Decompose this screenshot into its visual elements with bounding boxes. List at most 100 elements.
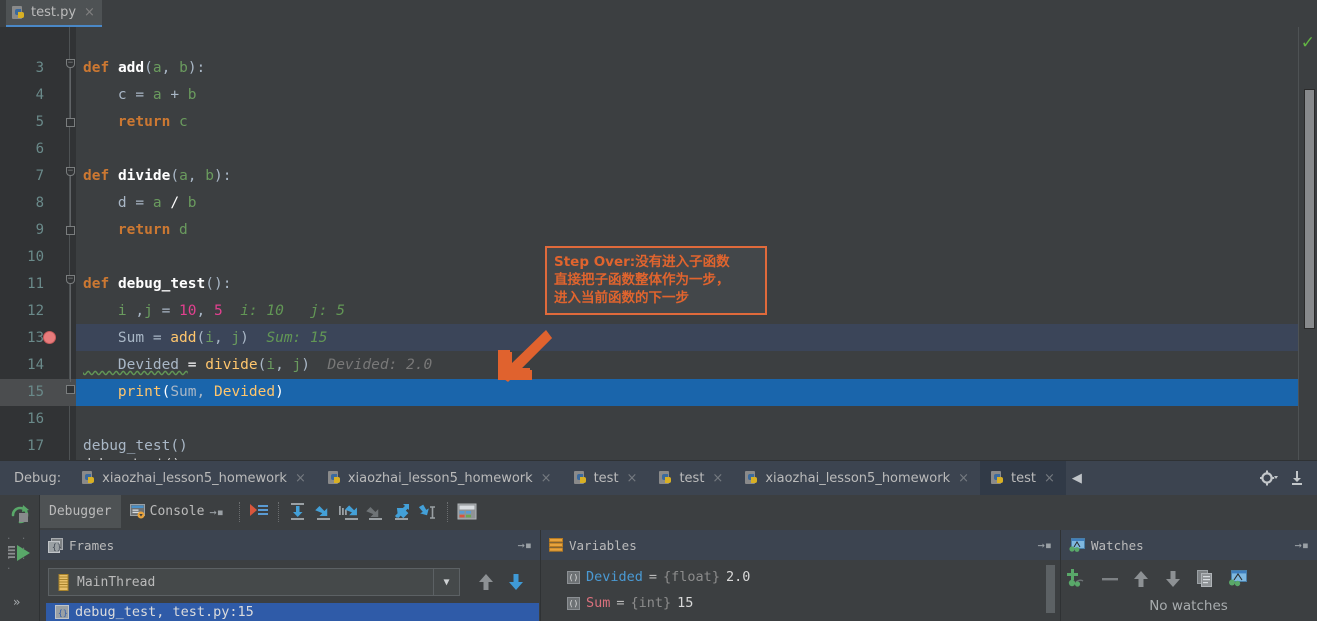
variable-row-devided[interactable]: () Devided = {float} 2.0: [567, 569, 750, 585]
variable-icon: (): [567, 596, 580, 610]
debug-session-tab-5[interactable]: test ×: [980, 460, 1066, 496]
arrow-up-icon[interactable]: [478, 573, 494, 591]
gear-icon[interactable]: [1260, 470, 1278, 486]
move-watch-up-icon[interactable]: [1133, 570, 1149, 588]
debug-session-tab-2[interactable]: test ×: [563, 461, 649, 496]
watches-panel-header: Watches →▪: [1061, 530, 1317, 560]
fold-marker-collapse[interactable]: −: [66, 59, 75, 68]
step-over-icon[interactable]: [285, 499, 311, 525]
thread-selector[interactable]: MainThread ▼: [48, 568, 460, 596]
variables-scrollbar-thumb[interactable]: [1046, 565, 1055, 613]
debug-session-tab-label: test: [679, 470, 705, 486]
debug-session-tab-3[interactable]: test ×: [648, 461, 734, 496]
frames-panel-header: {} Frames →▪: [40, 530, 540, 560]
step-into-icon[interactable]: [311, 499, 337, 525]
move-watch-down-icon[interactable]: [1165, 570, 1181, 588]
variable-name: Devided: [586, 569, 643, 585]
variables-panel-title: Variables: [569, 537, 637, 553]
debug-session-tab-1[interactable]: xiaozhai_lesson5_homework ×: [317, 461, 563, 496]
toolbar-separator: [238, 501, 240, 522]
debug-session-tab-label: xiaozhai_lesson5_homework: [102, 470, 287, 486]
inspection-ok-icon[interactable]: ✓: [1301, 33, 1315, 53]
close-icon[interactable]: ×: [541, 471, 552, 486]
line-number: 7: [35, 168, 44, 184]
close-icon[interactable]: ×: [84, 5, 95, 20]
close-icon[interactable]: ×: [712, 471, 723, 486]
tab-debugger[interactable]: Debugger: [40, 495, 121, 528]
line-number: 15: [27, 384, 44, 400]
drop-frame-icon[interactable]: [415, 499, 441, 525]
fold-marker-collapse[interactable]: −: [66, 167, 75, 176]
run-to-cursor-icon[interactable]: [389, 499, 415, 525]
debug-session-tab-0[interactable]: xiaozhai_lesson5_homework ×: [71, 461, 317, 496]
force-step-into-icon[interactable]: [337, 499, 363, 525]
line-number: 11: [27, 276, 44, 292]
breakpoint-marker[interactable]: [43, 331, 56, 344]
frame-list-item-label: debug_test, test.py:15: [75, 604, 254, 620]
code-line-4: c = a + b: [83, 87, 197, 103]
python-file-icon: [991, 471, 1005, 485]
debug-session-tab-label: xiaozhai_lesson5_homework: [347, 470, 533, 486]
thread-selector-value: MainThread: [77, 574, 156, 590]
annotation-arrow-icon: [498, 330, 552, 382]
variable-value: 15: [677, 595, 694, 611]
debugger-left-rail: . . . . . . . »: [0, 495, 40, 621]
show-execution-point-icon[interactable]: [246, 499, 272, 525]
resume-program-icon[interactable]: [8, 543, 32, 563]
pin-icon[interactable]: →▪: [209, 505, 223, 519]
watches-icon: [1069, 538, 1085, 552]
close-icon[interactable]: ×: [295, 471, 306, 486]
fold-marker-end[interactable]: [66, 385, 75, 394]
line-number: 14: [27, 357, 44, 373]
inspection-gutter[interactable]: ✓: [1298, 27, 1317, 460]
add-watch-icon[interactable]: [1066, 568, 1086, 588]
copy-watch-icon[interactable]: [1197, 570, 1215, 588]
tab-console[interactable]: Console →▪: [121, 495, 233, 528]
editor-tab-test-py[interactable]: test.py ×: [6, 0, 102, 27]
pin-icon[interactable]: →▪: [1038, 538, 1052, 552]
rerun-icon[interactable]: [9, 503, 31, 525]
frames-icon: {}: [48, 537, 63, 553]
python-file-icon: [12, 5, 26, 20]
hide-window-icon[interactable]: [1290, 470, 1304, 486]
line-number: 5: [35, 114, 44, 130]
expand-rail-icon[interactable]: »: [13, 595, 20, 609]
fold-marker-end[interactable]: [66, 118, 75, 127]
remove-watch-icon[interactable]: [1101, 570, 1119, 588]
debug-session-tab-4[interactable]: xiaozhai_lesson5_homework ×: [734, 461, 980, 496]
code-editor[interactable]: 3 4 5 6 7 8 9 10 11 12 13 14 15 16 17 − …: [0, 27, 1317, 460]
evaluate-expression-icon[interactable]: [454, 499, 480, 525]
svg-text:{}: {}: [52, 542, 62, 551]
scroll-tabs-left-icon[interactable]: ◀: [1066, 471, 1088, 486]
svg-text:{}: {}: [58, 609, 68, 618]
pin-icon[interactable]: →▪: [518, 538, 532, 552]
close-icon[interactable]: ×: [958, 471, 969, 486]
variable-row-sum[interactable]: () Sum = {int} 15: [567, 595, 693, 611]
editor-scrollbar-thumb[interactable]: [1304, 89, 1315, 329]
close-icon[interactable]: ×: [1044, 471, 1055, 486]
variable-type: {int}: [630, 595, 672, 611]
variable-value: 2.0: [725, 569, 751, 585]
thread-icon: [58, 573, 69, 591]
pycharm-debug-window: test.py × 3 4 5 6 7 8 9 10 11 12 13 14 1…: [0, 0, 1317, 621]
arrow-down-icon[interactable]: [508, 573, 524, 591]
step-out-icon[interactable]: [363, 499, 389, 525]
line-number: 8: [35, 195, 44, 211]
fold-marker-collapse[interactable]: −: [66, 275, 75, 284]
debug-toolbar-right: [1260, 470, 1317, 486]
frames-panel-title: Frames: [69, 537, 115, 553]
editor-tab-label: test.py: [31, 5, 77, 20]
close-icon[interactable]: ×: [627, 471, 638, 486]
frame-list-item[interactable]: {} debug_test, test.py:15: [46, 603, 539, 621]
splitter-frames-variables[interactable]: [540, 530, 541, 621]
watches-panel-title: Watches: [1091, 537, 1144, 553]
fold-marker-end[interactable]: [66, 226, 75, 235]
chevron-down-icon[interactable]: ▼: [433, 569, 459, 595]
console-icon: [129, 504, 145, 519]
edit-watch-icon[interactable]: [1228, 570, 1248, 588]
line-number: 9: [35, 222, 44, 238]
code-line-8: d = a / b: [83, 195, 197, 211]
code-line-14: Devided = divide(i, j) Devided: 2.0: [83, 357, 433, 373]
pin-icon[interactable]: →▪: [1295, 538, 1309, 552]
fold-line: [70, 176, 71, 231]
